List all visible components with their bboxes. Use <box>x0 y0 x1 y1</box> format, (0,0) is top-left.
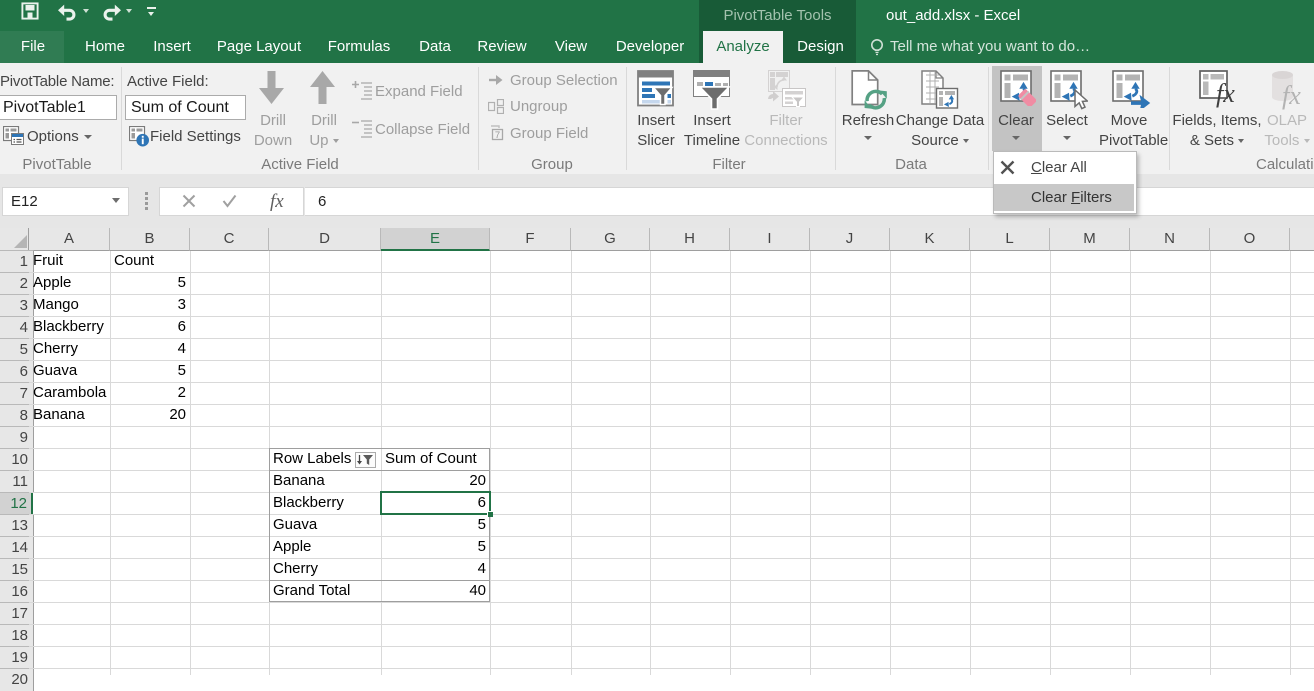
svg-text:7: 7 <box>495 130 500 141</box>
